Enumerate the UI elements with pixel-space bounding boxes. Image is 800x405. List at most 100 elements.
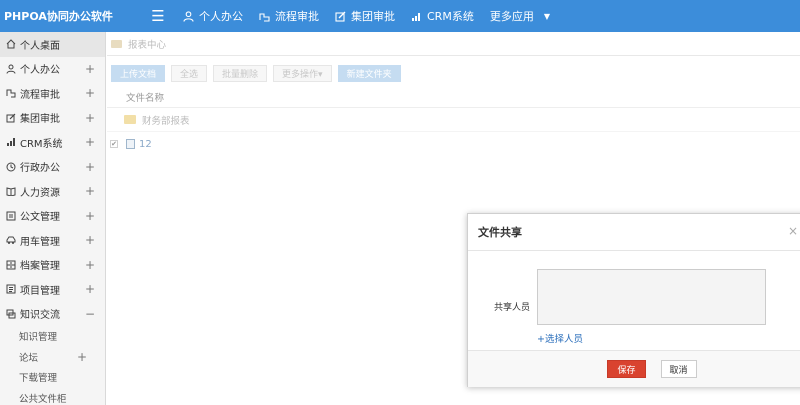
sidebar-item-workflow[interactable]: 流程审批 + xyxy=(0,81,105,106)
expand-plus-icon[interactable]: + xyxy=(77,350,87,364)
bar-chart-icon xyxy=(412,12,420,21)
sidebar-item-label: 个人桌面 xyxy=(20,40,60,52)
file-name[interactable]: 12 xyxy=(139,139,152,150)
chat-icon xyxy=(5,308,16,319)
sidebar-subitem-label: 知识管理 xyxy=(19,332,58,344)
save-button[interactable]: 保存 xyxy=(607,360,646,378)
file-icon xyxy=(126,139,135,149)
sidebar-item-label: 档案管理 xyxy=(20,261,60,273)
sidebar-item-crm[interactable]: CRM系统 + xyxy=(0,130,105,155)
top-nav: 个人办公 流程审批 集团审批 CRM系统 更多应用 ▼ xyxy=(183,8,566,24)
share-people-label: 共享人员 xyxy=(494,303,531,313)
folder-name[interactable]: 财务部报表 xyxy=(142,113,190,127)
share-people-textarea[interactable] xyxy=(537,269,766,325)
sidebar-item-label: 流程审批 xyxy=(20,89,60,101)
topnav-label: 更多应用 xyxy=(489,10,534,23)
batch-delete-button[interactable]: 批量删除 xyxy=(213,64,268,82)
new-folder-button[interactable]: 新建文件夹 xyxy=(337,64,401,82)
expand-plus-icon[interactable]: + xyxy=(85,86,95,100)
topnav-label: 个人办公 xyxy=(199,10,243,23)
folder-icon xyxy=(124,115,136,124)
sidebar-subitem-knowledge-mgmt[interactable]: 知识管理 xyxy=(0,326,105,347)
sidebar-item-desktop[interactable]: 个人桌面 xyxy=(0,32,105,57)
sidebar-subitem-label: 下载管理 xyxy=(19,373,58,385)
expand-plus-icon[interactable]: + xyxy=(85,111,95,125)
sidebar-subitem-public-cabinet[interactable]: 公共文件柜 xyxy=(0,388,105,405)
collapse-minus-icon[interactable]: − xyxy=(85,307,95,321)
expand-plus-icon[interactable]: + xyxy=(85,233,95,247)
archive-icon xyxy=(5,259,16,270)
select-people-link[interactable]: +选择人员 xyxy=(537,331,583,345)
sidebar-item-label: 项目管理 xyxy=(20,285,60,297)
sidebar-subitem-label: 公共文件柜 xyxy=(19,393,67,405)
sidebar-item-personal-office[interactable]: 个人办公 + xyxy=(0,57,105,82)
dialog-footer: 保存 取消 xyxy=(468,350,800,387)
caret-down-icon: ▼ xyxy=(543,11,550,21)
close-icon[interactable]: × xyxy=(788,224,798,238)
row-checkbox[interactable]: ✔ xyxy=(110,140,118,148)
topnav-crm[interactable]: CRM系统 xyxy=(411,8,474,24)
topnav-workflow[interactable]: 流程审批 xyxy=(259,8,319,24)
breadcrumb-label[interactable]: 报表中心 xyxy=(128,37,166,51)
sidebar-item-archives[interactable]: 档案管理 + xyxy=(0,253,105,278)
sidebar-item-label: CRM系统 xyxy=(20,138,63,150)
bar-chart-icon xyxy=(5,137,16,148)
sidebar: 个人桌面 个人办公 + 流程审批 + 集团审批 + CRM系统 + 行政办公 +… xyxy=(0,32,106,405)
sidebar-item-label: 知识交流 xyxy=(20,310,60,322)
menu-toggle-icon[interactable]: ☰ xyxy=(142,7,174,25)
car-icon xyxy=(5,235,16,246)
sidebar-subitem-downloads[interactable]: 下载管理 xyxy=(0,367,105,388)
sidebar-item-group-approval[interactable]: 集团审批 + xyxy=(0,106,105,131)
dialog-header: 文件共享 × xyxy=(468,214,800,251)
folder-row[interactable]: 财务部报表 xyxy=(107,108,800,132)
sidebar-item-label: 行政办公 xyxy=(20,163,60,175)
sidebar-subitem-forum[interactable]: 论坛 + xyxy=(0,347,105,368)
file-row[interactable]: ✔ 12 xyxy=(107,132,800,156)
edit-icon xyxy=(5,112,16,123)
sidebar-item-label: 公文管理 xyxy=(20,212,60,224)
topnav-more-apps[interactable]: 更多应用 ▼ xyxy=(490,8,550,24)
file-share-dialog: 文件共享 × 共享人员 +选择人员 保存 取消 xyxy=(467,213,800,387)
cancel-button[interactable]: 取消 xyxy=(660,360,697,378)
sidebar-item-admin-office[interactable]: 行政办公 + xyxy=(0,155,105,180)
topnav-personal-office[interactable]: 个人办公 xyxy=(183,8,243,24)
folder-icon xyxy=(111,39,122,48)
workflow-icon xyxy=(259,12,270,22)
sidebar-item-label: 用车管理 xyxy=(20,236,60,248)
expand-plus-icon[interactable]: + xyxy=(85,135,95,149)
upload-button[interactable]: 上传文档 xyxy=(111,64,166,82)
edit-icon xyxy=(335,11,346,22)
book-icon xyxy=(5,186,16,197)
clock-icon xyxy=(5,161,16,172)
sidebar-item-knowledge[interactable]: 知识交流 − xyxy=(0,302,105,327)
sidebar-item-hr[interactable]: 人力资源 + xyxy=(0,179,105,204)
select-all-button[interactable]: 全选 xyxy=(171,64,208,82)
expand-plus-icon[interactable]: + xyxy=(85,184,95,198)
sidebar-item-vehicles[interactable]: 用车管理 + xyxy=(0,228,105,253)
topnav-group-approval[interactable]: 集团审批 xyxy=(335,8,395,24)
document-icon xyxy=(5,210,16,221)
expand-plus-icon[interactable]: + xyxy=(85,258,95,272)
app-brand[interactable]: PHPOA协同办公软件 xyxy=(0,8,113,24)
dialog-title: 文件共享 xyxy=(478,226,522,239)
breadcrumb: 报表中心 xyxy=(107,32,800,56)
expand-plus-icon[interactable]: + xyxy=(85,209,95,223)
file-toolbar: 上传文档 全选 批量删除 更多操作▾ 新建文件夹 xyxy=(107,56,800,84)
topnav-label: CRM系统 xyxy=(427,10,474,23)
expand-plus-icon[interactable]: + xyxy=(85,62,95,76)
expand-plus-icon[interactable]: + xyxy=(85,282,95,296)
table-header-filename: 文件名称 xyxy=(107,86,800,108)
user-icon xyxy=(5,63,16,74)
sidebar-subitem-label: 论坛 xyxy=(19,352,39,364)
sidebar-item-projects[interactable]: 项目管理 + xyxy=(0,277,105,302)
more-actions-dropdown[interactable]: 更多操作▾ xyxy=(273,64,332,82)
user-icon xyxy=(183,10,194,22)
top-navbar: PHPOA协同办公软件 ☰ 个人办公 流程审批 集团审批 CRM系统 更多应用 … xyxy=(0,0,800,32)
sidebar-item-documents[interactable]: 公文管理 + xyxy=(0,204,105,229)
sidebar-item-label: 人力资源 xyxy=(20,187,60,199)
topnav-label: 流程审批 xyxy=(275,10,319,23)
dialog-body: 共享人员 +选择人员 xyxy=(468,251,800,350)
workflow-icon xyxy=(5,88,16,99)
expand-plus-icon[interactable]: + xyxy=(85,160,95,174)
list-icon xyxy=(5,284,16,295)
